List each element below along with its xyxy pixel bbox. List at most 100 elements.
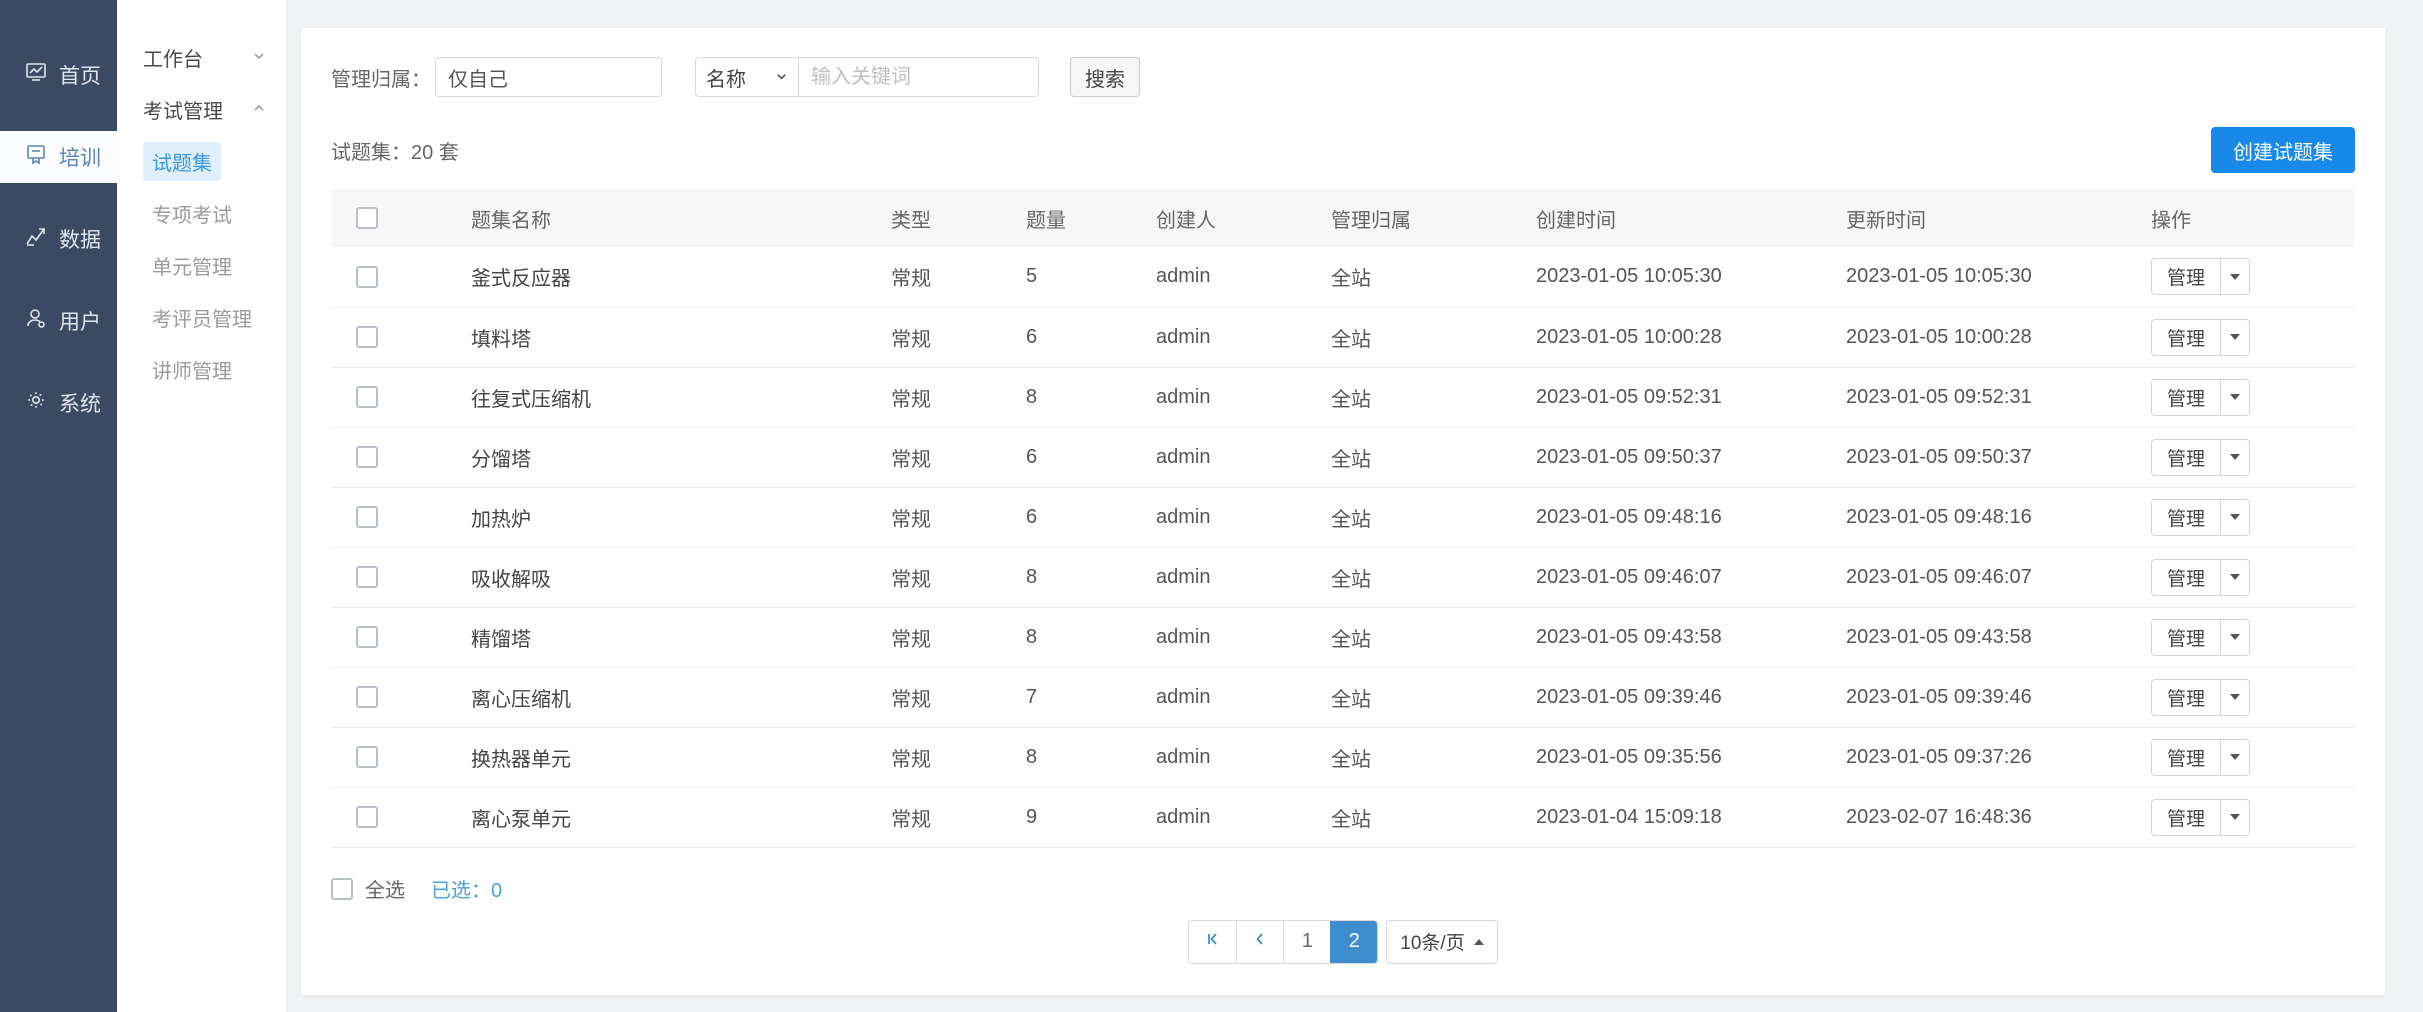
manage-dropdown-toggle[interactable] [2220, 380, 2249, 415]
manage-button[interactable]: 管理 [2152, 560, 2220, 595]
cell-name: 加热炉 [471, 487, 891, 547]
manage-dropdown-toggle[interactable] [2220, 500, 2249, 535]
manage-dropdown-toggle[interactable] [2220, 740, 2249, 775]
sidebar-item-home[interactable]: 首页 [0, 49, 117, 101]
cell-creator: admin [1156, 367, 1331, 427]
manage-dropdown-toggle[interactable] [2220, 620, 2249, 655]
caret-down-icon [2230, 274, 2240, 280]
cell-updated: 2023-01-05 09:50:37 [1846, 427, 2151, 487]
manage-button[interactable]: 管理 [2152, 320, 2220, 355]
manage-dropdown-toggle[interactable] [2220, 259, 2249, 294]
row-checkbox[interactable] [356, 566, 378, 588]
sidebar-item-system[interactable]: 系统 [0, 377, 117, 429]
manage-split-button: 管理 [2151, 799, 2250, 836]
chevron-left-icon [1251, 930, 1269, 954]
menu-group-workbench[interactable]: 工作台 [117, 31, 286, 83]
page-size-select[interactable]: 10条/页 [1386, 920, 1497, 964]
menu-item-lecturer-management[interactable]: 讲师管理 [117, 343, 286, 395]
manage-dropdown-toggle[interactable] [2220, 440, 2249, 475]
manage-dropdown-toggle[interactable] [2220, 800, 2249, 835]
cell-type: 常规 [891, 247, 1026, 307]
cell-count: 6 [1026, 307, 1156, 367]
menu-item-unit-management[interactable]: 单元管理 [117, 239, 286, 291]
caret-down-icon [2230, 454, 2240, 460]
content-card: 管理归属： 名称 搜索 试题集：20 套 创建试题集 [301, 28, 2385, 995]
caret-down-icon [2230, 814, 2240, 820]
cell-name: 釜式反应器 [471, 247, 891, 307]
manage-dropdown-toggle[interactable] [2220, 680, 2249, 715]
row-checkbox[interactable] [356, 446, 378, 468]
table-footer: 全选 已选：0 [331, 874, 2355, 904]
cell-name: 精馏塔 [471, 607, 891, 667]
cell-count: 8 [1026, 727, 1156, 787]
row-checkbox[interactable] [356, 326, 378, 348]
cell-creator: admin [1156, 727, 1331, 787]
table-row: 精馏塔 常规 8 admin 全站 2023-01-05 09:43:58 20… [331, 607, 2355, 667]
row-checkbox[interactable] [356, 386, 378, 408]
page-button-1[interactable]: 1 [1283, 921, 1330, 963]
manage-button[interactable]: 管理 [2152, 259, 2220, 294]
row-checkbox[interactable] [356, 626, 378, 648]
sidebar-item-data[interactable]: 数据 [0, 213, 117, 265]
first-page-button[interactable] [1189, 921, 1236, 963]
cell-creator: admin [1156, 307, 1331, 367]
cell-updated: 2023-01-05 09:46:07 [1846, 547, 2151, 607]
cell-created: 2023-01-05 09:43:58 [1536, 607, 1846, 667]
cell-creator: admin [1156, 427, 1331, 487]
manage-button[interactable]: 管理 [2152, 500, 2220, 535]
search-button[interactable]: 搜索 [1070, 57, 1140, 97]
cell-creator: admin [1156, 487, 1331, 547]
menu-group-exam-management[interactable]: 考试管理 [117, 83, 286, 135]
manage-split-button: 管理 [2151, 619, 2250, 656]
cell-updated: 2023-01-05 10:05:30 [1846, 247, 2151, 307]
sidebar-item-label: 系统 [59, 388, 101, 418]
cell-scope: 全站 [1331, 487, 1536, 547]
home-icon [24, 60, 48, 90]
user-icon [24, 306, 48, 336]
manage-button[interactable]: 管理 [2152, 680, 2220, 715]
table-row: 加热炉 常规 6 admin 全站 2023-01-05 09:48:16 20… [331, 487, 2355, 547]
row-checkbox[interactable] [356, 266, 378, 288]
training-icon [24, 142, 48, 172]
cell-scope: 全站 [1331, 427, 1536, 487]
page-button-2[interactable]: 2 [1330, 921, 1377, 963]
menu-item-label: 试题集 [143, 142, 221, 181]
search-field-value: 名称 [706, 63, 746, 92]
select-all-header-checkbox[interactable] [356, 207, 378, 229]
table-row: 分馏塔 常规 6 admin 全站 2023-01-05 09:50:37 20… [331, 427, 2355, 487]
manage-split-button: 管理 [2151, 499, 2250, 536]
scope-input[interactable] [435, 57, 662, 97]
cell-count: 7 [1026, 667, 1156, 727]
manage-button[interactable]: 管理 [2152, 800, 2220, 835]
prev-page-button[interactable] [1236, 921, 1283, 963]
select-all-checkbox[interactable] [331, 878, 353, 900]
row-checkbox[interactable] [356, 686, 378, 708]
manage-dropdown-toggle[interactable] [2220, 320, 2249, 355]
row-checkbox[interactable] [356, 806, 378, 828]
cell-created: 2023-01-05 09:46:07 [1536, 547, 1846, 607]
table-row: 往复式压缩机 常规 8 admin 全站 2023-01-05 09:52:31… [331, 367, 2355, 427]
selected-count[interactable]: 已选：0 [431, 874, 502, 903]
main-area: 管理归属： 名称 搜索 试题集：20 套 创建试题集 [287, 0, 2423, 1012]
sidebar-item-users[interactable]: 用户 [0, 295, 117, 347]
cell-count: 8 [1026, 547, 1156, 607]
cell-count: 6 [1026, 427, 1156, 487]
search-field-select[interactable]: 名称 [695, 57, 799, 97]
manage-split-button: 管理 [2151, 319, 2250, 356]
create-question-set-button[interactable]: 创建试题集 [2211, 127, 2355, 173]
sidebar-item-training[interactable]: 培训 [0, 131, 117, 183]
menu-item-question-sets[interactable]: 试题集 [117, 135, 286, 187]
keyword-search-group: 名称 [695, 57, 1039, 97]
row-checkbox[interactable] [356, 506, 378, 528]
menu-item-examiner-management[interactable]: 考评员管理 [117, 291, 286, 343]
menu-item-special-exams[interactable]: 专项考试 [117, 187, 286, 239]
col-header-scope: 管理归属 [1331, 189, 1536, 247]
manage-button[interactable]: 管理 [2152, 620, 2220, 655]
manage-button[interactable]: 管理 [2152, 740, 2220, 775]
manage-dropdown-toggle[interactable] [2220, 560, 2249, 595]
manage-button[interactable]: 管理 [2152, 380, 2220, 415]
caret-down-icon [2230, 334, 2240, 340]
row-checkbox[interactable] [356, 746, 378, 768]
manage-button[interactable]: 管理 [2152, 440, 2220, 475]
keyword-input[interactable] [798, 57, 1039, 97]
